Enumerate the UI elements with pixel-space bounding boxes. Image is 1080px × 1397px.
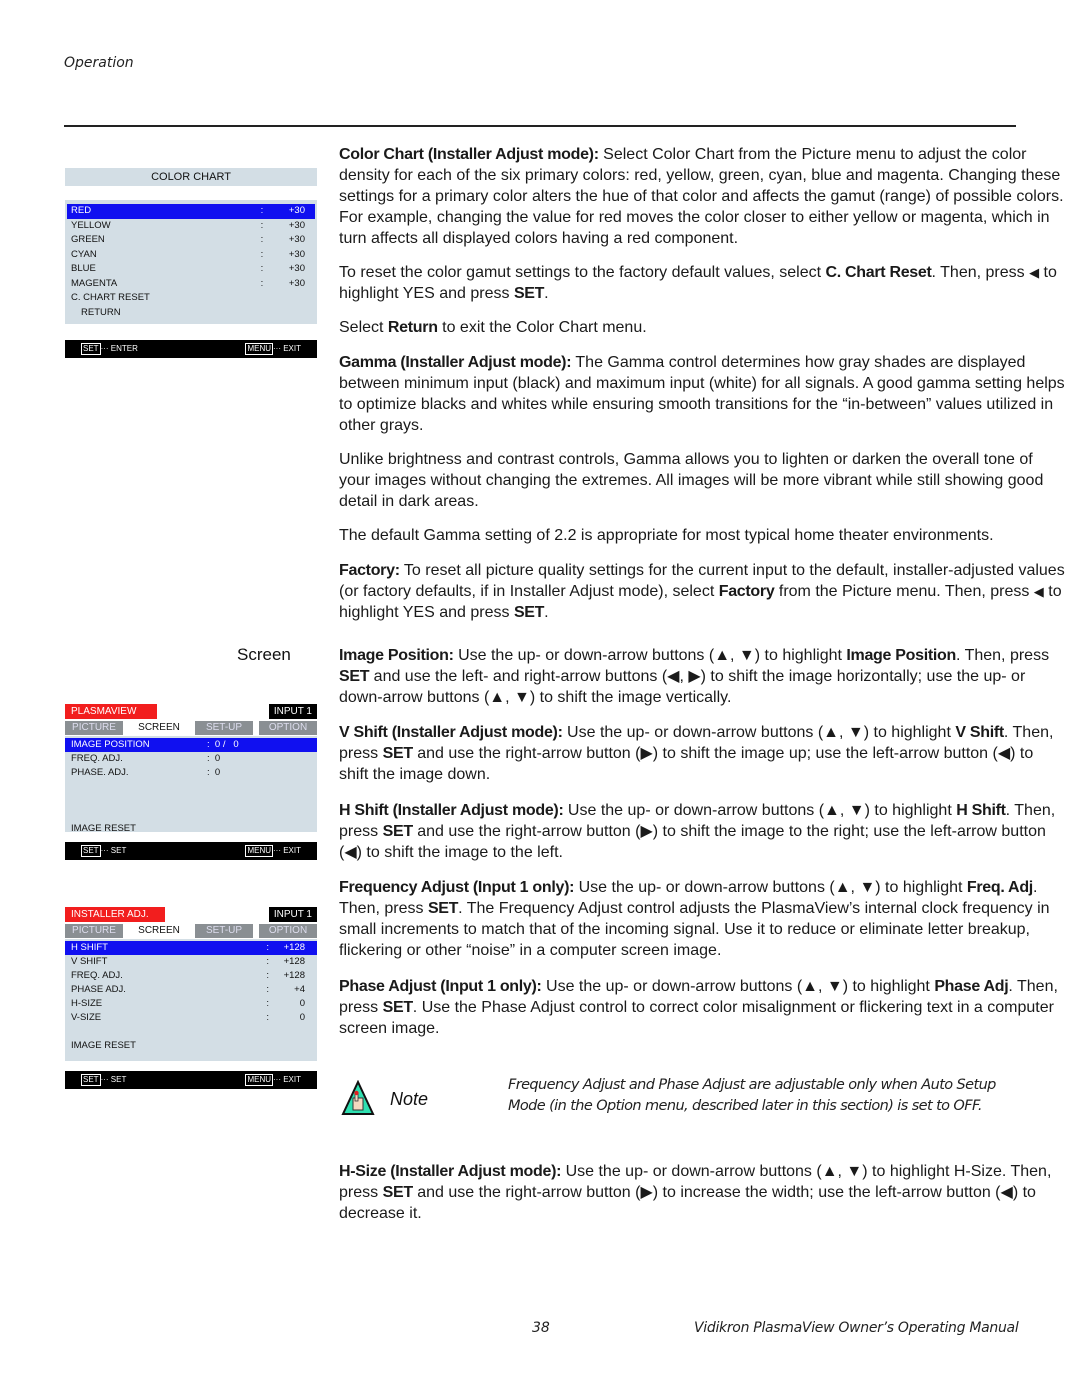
tab-picture[interactable]: PICTURE xyxy=(65,721,123,735)
osd-footer: SET ··· SET MENU ··· EXIT xyxy=(65,1071,317,1089)
header-divider xyxy=(64,125,1016,127)
tab-option[interactable]: OPTION xyxy=(259,721,317,735)
set-key-icon: SET xyxy=(81,845,101,857)
screen-menu: PLASMAVIEW INPUT 1 PICTURE SCREEN SET-UP OP… xyxy=(65,704,317,860)
menu-tabs: PICTURE SCREEN SET-UP OPTION xyxy=(65,721,317,735)
screen-menu-item[interactable]: FREQ. ADJ.: 0 xyxy=(65,752,317,766)
note-label: Note xyxy=(390,1089,429,1109)
tab-set-up[interactable]: SET-UP xyxy=(195,924,253,938)
color-chart-list: RED: +30 YELLOW: +30 GREEN: +30 CYAN: +30 BLUE: +… xyxy=(65,200,317,324)
para-h-size: H-Size (Installer Adjust mode): Use the … xyxy=(339,1163,1052,1222)
tab-picture[interactable]: PICTURE xyxy=(65,924,123,938)
left-arrow-icon: ◀ xyxy=(1029,265,1040,280)
menu-key-icon: MENU xyxy=(245,1074,273,1086)
para-factory: Factory: To reset all picture quality se… xyxy=(339,562,1065,621)
input-label: INPUT 1 xyxy=(268,907,317,922)
installer-menu-item[interactable]: H-SIZE:0 xyxy=(65,997,317,1011)
para-frequency-adjust: Frequency Adjust (Input 1 only): Use the… xyxy=(339,879,1050,959)
para-image-position: Image Position: Use the up- or down-arro… xyxy=(339,647,1050,706)
screen-menu-item[interactable]: IMAGE POSITION: 0 / 0 xyxy=(65,738,317,752)
image-reset-item[interactable]: IMAGE RESET xyxy=(65,822,317,836)
color-chart-menu: COLOR CHART RED: +30 YELLOW: +30 GREEN: +30 CY… xyxy=(65,168,317,358)
color-chart-item[interactable]: BLUE: +30 xyxy=(67,262,315,277)
tab-set-up[interactable]: SET-UP xyxy=(195,721,253,735)
installer-menu-item[interactable]: V-SIZE:0 xyxy=(65,1011,317,1025)
para-gamma-3: The default Gamma setting of 2.2 is appr… xyxy=(339,527,994,544)
installer-menu-item[interactable]: PHASE ADJ.: +4 xyxy=(65,983,317,997)
osd-footer: SET ··· ENTER MENU ··· EXIT xyxy=(65,340,317,358)
para-return: Select Return to exit the Color Chart me… xyxy=(339,319,647,336)
menu-tabs: PICTURE SCREEN SET-UP OPTION xyxy=(65,924,317,938)
section-header: Operation xyxy=(64,55,134,71)
image-reset-item[interactable]: IMAGE RESET xyxy=(65,1039,317,1053)
input-label: INPUT 1 xyxy=(268,704,317,719)
para-h-shift: H Shift (Installer Adjust mode): Use the… xyxy=(339,802,1056,861)
set-key-icon: SET xyxy=(81,1074,101,1086)
installer-menu: INSTALLER ADJ. INPUT 1 PICTURE SCREEN SET-… xyxy=(65,907,317,1089)
tab-screen[interactable]: SCREEN xyxy=(125,721,193,735)
manual-title: Vidikron PlasmaView Owner’s Operating Ma… xyxy=(694,1320,1019,1336)
para-v-shift: V Shift (Installer Adjust mode): Use the… xyxy=(339,724,1054,783)
para-gamma-2: Unlike brightness and contrast controls,… xyxy=(339,451,1044,510)
para-color-chart: Color Chart (Installer Adjust mode): Sel… xyxy=(339,146,1064,247)
screen-heading: Screen xyxy=(237,645,291,664)
color-chart-item[interactable]: RED: +30 xyxy=(67,204,315,219)
installer-menu-item[interactable]: H SHIFT: +128 xyxy=(65,941,317,955)
note-warning-icon xyxy=(341,1079,375,1121)
para-gamma: Gamma (Installer Adjust mode): The Gamma… xyxy=(339,354,1065,434)
color-chart-item[interactable]: RETURN xyxy=(67,306,315,321)
color-chart-item[interactable]: CYAN: +30 xyxy=(67,248,315,263)
tab-option[interactable]: OPTION xyxy=(259,924,317,938)
osd-footer: SET ··· SET MENU ··· EXIT xyxy=(65,842,317,860)
page-number: 38 xyxy=(532,1320,550,1336)
tab-screen[interactable]: SCREEN xyxy=(125,924,193,938)
para-phase-adjust: Phase Adjust (Input 1 only): Use the up-… xyxy=(339,978,1058,1037)
para-color-reset: To reset the color gamut settings to the… xyxy=(339,264,1057,302)
installer-menu-item[interactable]: V SHIFT: +128 xyxy=(65,955,317,969)
menu-key-icon: MENU xyxy=(245,343,273,355)
brand-label: PLASMAVIEW xyxy=(65,704,157,719)
installer-menu-item[interactable]: FREQ. ADJ.: +128 xyxy=(65,969,317,983)
note-text: Frequency Adjust and Phase Adjust are ad… xyxy=(508,1077,996,1114)
color-chart-title: COLOR CHART xyxy=(65,168,317,186)
screen-menu-list: IMAGE POSITION: 0 / 0 FREQ. ADJ.: 0 PHASE.… xyxy=(65,736,317,834)
brand-label: INSTALLER ADJ. xyxy=(65,907,165,922)
left-arrow-icon: ◀ xyxy=(1033,584,1044,599)
color-chart-item[interactable]: MAGENTA: +30 xyxy=(67,277,315,292)
color-chart-item[interactable]: C. CHART RESET xyxy=(67,291,315,306)
installer-menu-list: H SHIFT: +128 V SHIFT: +128 FREQ. ADJ.: +128 P… xyxy=(65,939,317,1061)
menu-hint: MENU ··· EXIT xyxy=(245,343,301,355)
set-key-icon: SET xyxy=(81,343,101,355)
menu-key-icon: MENU xyxy=(245,845,273,857)
screen-menu-item[interactable]: PHASE. ADJ.: 0 xyxy=(65,766,317,780)
set-hint: SET ··· ENTER xyxy=(81,343,138,355)
color-chart-item[interactable]: YELLOW: +30 xyxy=(67,219,315,234)
color-chart-item[interactable]: GREEN: +30 xyxy=(67,233,315,248)
